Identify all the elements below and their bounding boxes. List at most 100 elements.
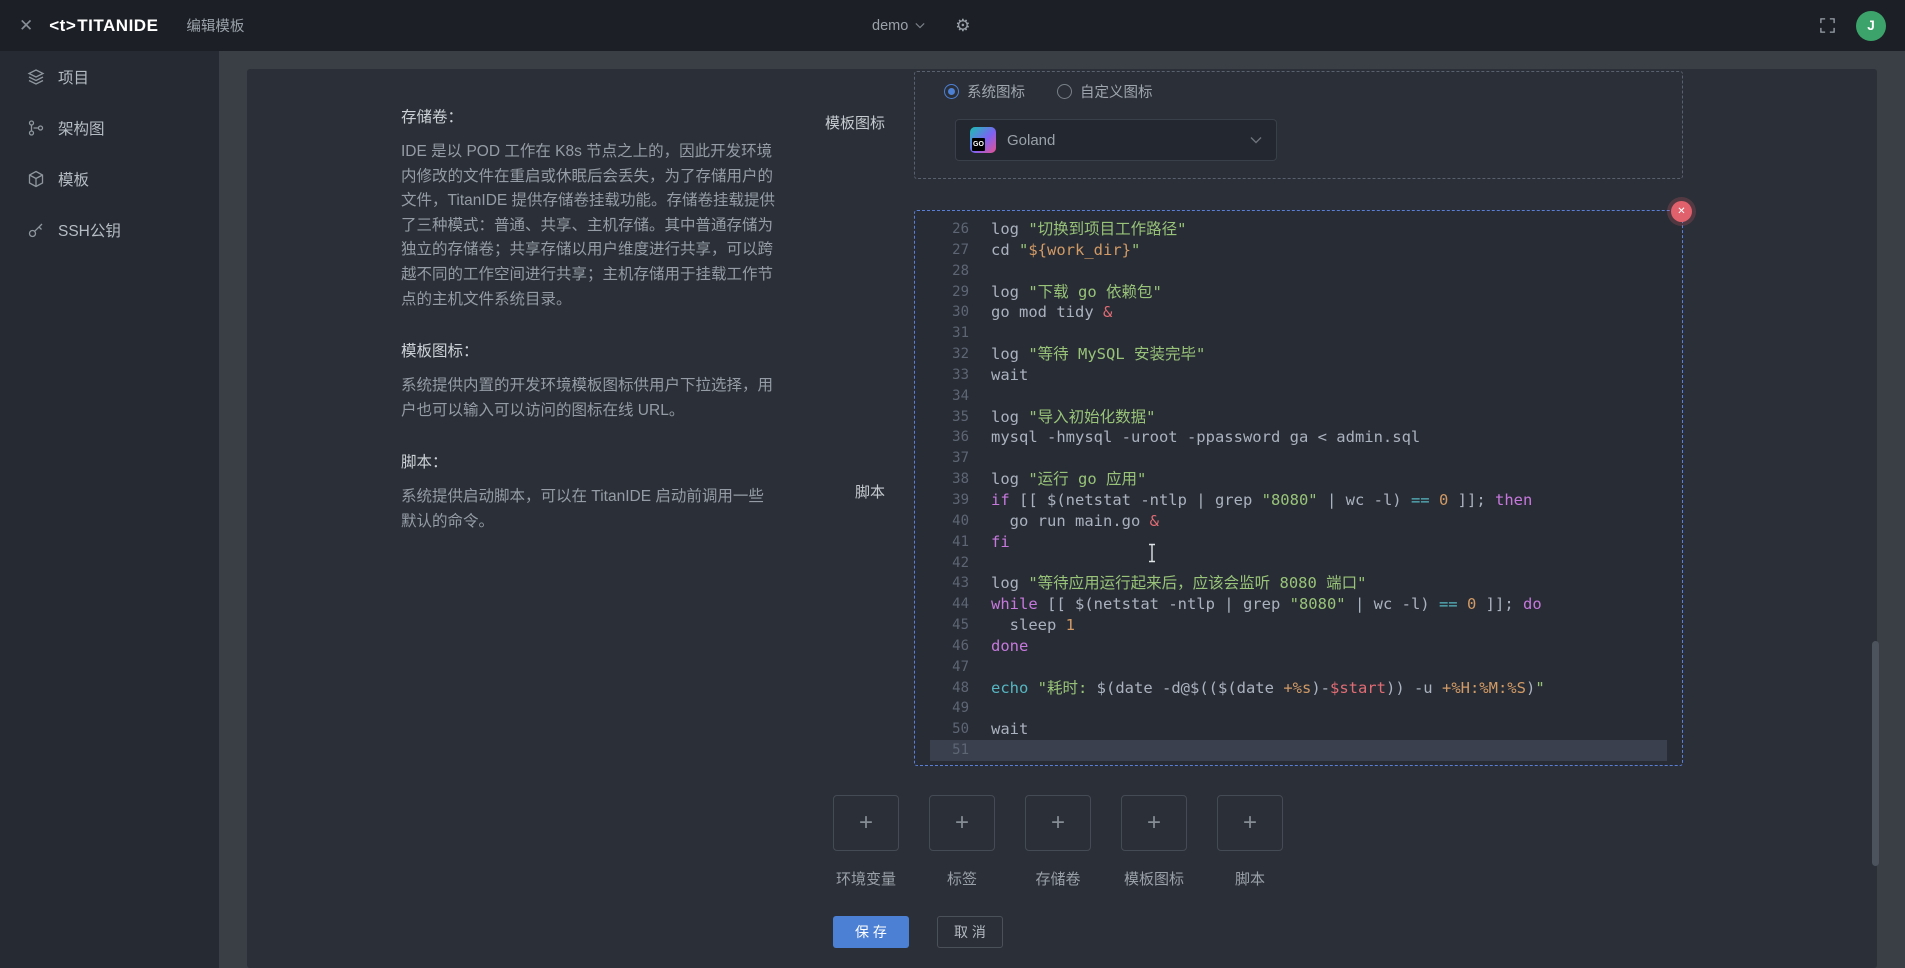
page-title: 编辑模板 [186,15,244,36]
code-line[interactable]: 43log "等待应用运行起来后，应该会监听 8080 端口" [930,573,1667,594]
help-section-title: 脚本： [401,450,779,472]
icon-source-radio-group: 系统图标 自定义图标 [944,81,1153,102]
add-tags: + 标签 [929,795,995,889]
topbar: ✕ <t>TITANIDE 编辑模板 demo ⚙ J [0,0,1905,51]
code-line[interactable]: 51 [930,740,1667,761]
line-number: 48 [930,678,969,699]
sidebar-item-architecture[interactable]: 架构图 [0,102,219,153]
radio-system-icon[interactable]: 系统图标 [944,81,1025,102]
line-number: 47 [930,657,969,678]
code-line[interactable]: 45 sleep 1 [930,615,1667,636]
code-line[interactable]: 48echo "耗时: $(date -d@$(($(date +%s)-$st… [930,678,1667,699]
sidebar-item-ssh-keys[interactable]: SSH公钥 [0,204,219,255]
sidebar-item-label: 项目 [58,66,89,88]
code-line[interactable]: 44 while [[ $(netstat -ntlp | grep "8080"… [930,594,1667,615]
radio-selected-icon[interactable] [944,84,959,99]
line-number: 28 [930,261,969,282]
cancel-button[interactable]: 取 消 [937,916,1003,948]
code-editor-lines[interactable]: 26log "切换到项目工作路径"27cd "${work_dir}"2829l… [916,212,1681,764]
add-tile-label: 模板图标 [1124,868,1184,889]
fullscreen-icon[interactable] [1819,17,1836,34]
code-line[interactable]: 28 [930,261,1667,282]
line-number: 39 [930,490,969,511]
plus-icon: + [859,809,873,837]
sidebar-item-projects[interactable]: 项目 [0,51,219,102]
brand-logo-glyph: <t> [49,16,76,36]
code-line[interactable]: 35log "导入初始化数据" [930,407,1667,428]
gear-icon[interactable]: ⚙ [955,17,970,34]
code-line[interactable]: 46done [930,636,1667,657]
add-tags-button[interactable]: + [929,795,995,851]
code-line[interactable]: 36mysql -hmysql -uroot -ppassword ga < a… [930,427,1667,448]
line-number: 31 [930,323,969,344]
code-line[interactable]: 29log "下载 go 依赖包" [930,282,1667,303]
add-script-button[interactable]: + [1217,795,1283,851]
radio-unselected-icon[interactable] [1057,84,1072,99]
code-line[interactable]: 30go mod tidy & [930,302,1667,323]
line-number: 40 [930,511,969,532]
edit-template-panel: 存储卷： IDE 是以 POD 工作在 K8s 节点之上的，因此开发环境内修改的… [247,69,1877,968]
code-line[interactable]: 47 [930,657,1667,678]
code-line-text: sleep 1 [991,615,1075,636]
code-line[interactable]: 42 [930,553,1667,574]
sidebar-item-templates[interactable]: 模板 [0,153,219,204]
line-number: 26 [930,219,969,240]
topbar-left: ✕ <t>TITANIDE 编辑模板 [19,15,244,36]
avatar[interactable]: J [1856,11,1886,41]
add-env-vars-button[interactable]: + [833,795,899,851]
line-number: 41 [930,532,969,553]
script-editor[interactable]: ✕ 26log "切换到项目工作路径"27cd "${work_dir}"282… [914,210,1683,766]
radio-custom-icon[interactable]: 自定义图标 [1057,81,1153,102]
icon-dropdown[interactable]: GO Goland [955,119,1277,161]
remove-script-button[interactable]: ✕ [1671,201,1692,222]
line-number: 44 [930,594,969,615]
code-line[interactable]: 32log "等待 MySQL 安装完毕" [930,344,1667,365]
code-line[interactable]: 34 [930,386,1667,407]
sidebar-item-label: 模板 [58,168,89,190]
add-storage-volume-button[interactable]: + [1025,795,1091,851]
help-section-body: 系统提供启动脚本，可以在 TitanIDE 启动前调用一些默认的命令。 [401,485,779,534]
add-template-icon-button[interactable]: + [1121,795,1187,851]
code-line[interactable]: 38log "运行 go 应用" [930,469,1667,490]
script-field-label: 脚本 [755,481,885,502]
page-scrollbar-thumb[interactable] [1872,641,1879,866]
code-line[interactable]: 50wait [930,719,1667,740]
workspace-select[interactable]: demo [872,18,925,34]
line-number: 51 [930,740,969,761]
code-line-text: while [[ $(netstat -ntlp | grep "8080" |… [991,594,1542,615]
radio-label[interactable]: 系统图标 [967,81,1025,102]
code-line[interactable]: 40 go run main.go & [930,511,1667,532]
line-number: 46 [930,636,969,657]
line-number: 38 [930,469,969,490]
code-line-text: cd "${work_dir}" [991,240,1140,261]
code-line[interactable]: 31 [930,323,1667,344]
add-tile-label: 脚本 [1235,868,1265,889]
add-storage-volume: + 存储卷 [1025,795,1091,889]
line-number: 35 [930,407,969,428]
code-line[interactable]: 37 [930,448,1667,469]
code-line-text: fi [991,532,1010,553]
save-button[interactable]: 保 存 [833,916,909,948]
code-line[interactable]: 26log "切换到项目工作路径" [930,219,1667,240]
add-block-row: + 环境变量 + 标签 + 存储卷 + 模板图标 + 脚本 [833,795,1283,889]
radio-label[interactable]: 自定义图标 [1080,81,1153,102]
code-line[interactable]: 49 [930,698,1667,719]
close-icon[interactable]: ✕ [19,17,33,34]
line-number: 30 [930,302,969,323]
topbar-center: demo ⚙ [872,0,971,51]
code-line[interactable]: 41 fi [930,532,1667,553]
code-line[interactable]: 27cd "${work_dir}" [930,240,1667,261]
plus-icon: + [1243,809,1257,837]
add-tile-label: 标签 [947,868,977,889]
code-line[interactable]: 39if [[ $(netstat -ntlp | grep "8080" | … [930,490,1667,511]
code-line[interactable]: 33wait [930,365,1667,386]
icon-dropdown-value: Goland [1007,132,1055,149]
line-number: 49 [930,698,969,719]
workspace-select-value: demo [872,18,908,34]
add-template-icon: + 模板图标 [1121,795,1187,889]
add-tile-label: 存储卷 [1035,868,1080,889]
template-icon-field-label: 模板图标 [755,112,885,133]
sidebar-item-label: 架构图 [58,117,105,139]
code-line-text: mysql -hmysql -uroot -ppassword ga < adm… [991,427,1420,448]
code-line-text: log "下载 go 依赖包" [991,282,1162,303]
